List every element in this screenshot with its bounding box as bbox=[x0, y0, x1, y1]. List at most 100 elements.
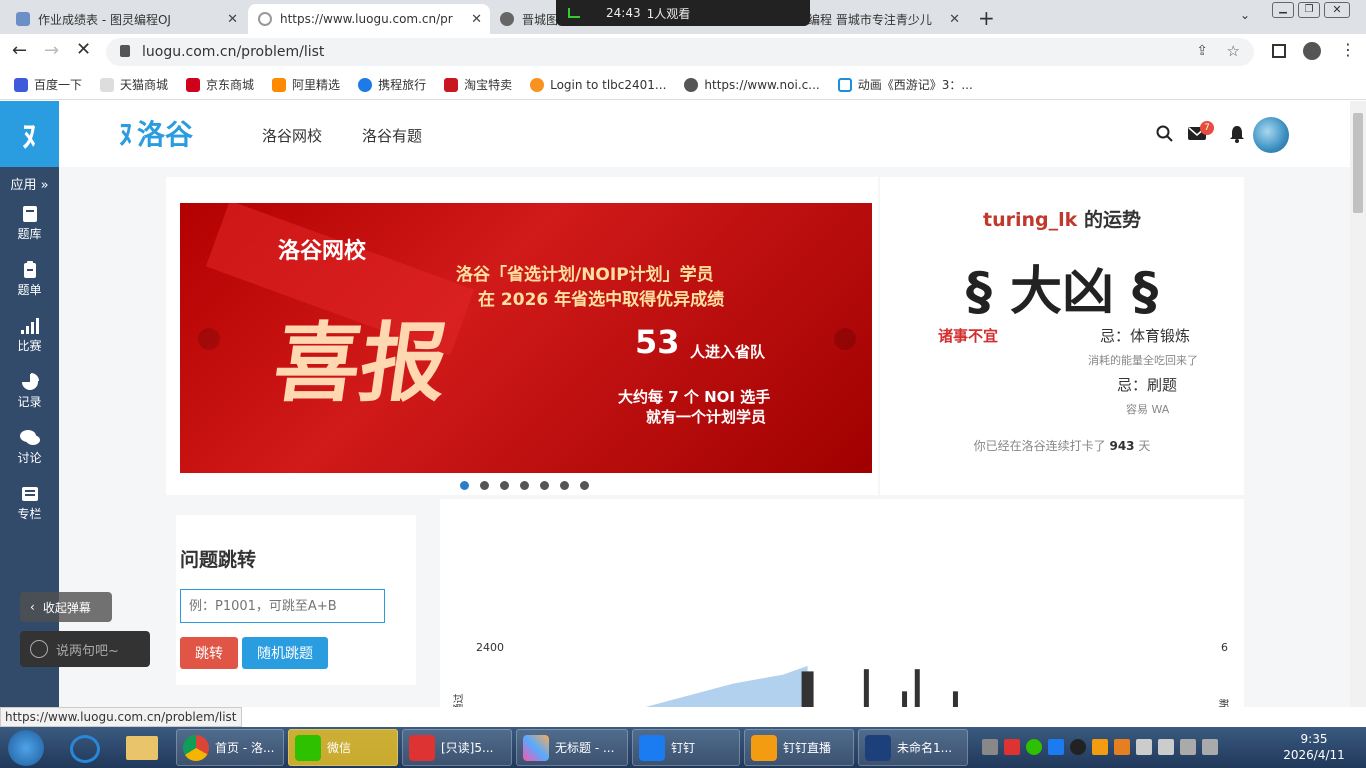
site-logo[interactable]: ﾇ 洛谷 bbox=[119, 113, 193, 153]
bookmark-item[interactable]: 携程旅行 bbox=[358, 76, 426, 93]
carousel-next-icon[interactable] bbox=[834, 328, 856, 350]
page-scrollbar[interactable] bbox=[1350, 101, 1366, 707]
banner-line-2: 在 2026 年省选中取得优异成绩 bbox=[478, 290, 725, 310]
lock-icon[interactable] bbox=[120, 45, 130, 57]
back-icon[interactable]: ← bbox=[12, 40, 27, 61]
window-controls: ▁ ❐ ✕ bbox=[1272, 2, 1350, 18]
sidebar-item-problems[interactable]: 题库 bbox=[0, 205, 59, 242]
sidebar-item-discuss[interactable]: 讨论 bbox=[0, 429, 59, 466]
carousel-dot[interactable] bbox=[540, 481, 549, 490]
keyboard-icon[interactable] bbox=[982, 739, 998, 755]
bookmark-item[interactable]: 京东商城 bbox=[186, 76, 254, 93]
tab-programming[interactable]: 编程 晋城市专注青少儿 ✕ bbox=[800, 4, 968, 34]
collapse-danmaku-button[interactable]: ‹ 收起弹幕 bbox=[20, 592, 112, 622]
url-text[interactable]: luogu.com.cn/problem/list bbox=[142, 44, 324, 60]
bookmark-label: https://www.noi.c... bbox=[704, 77, 820, 92]
carousel-dot[interactable] bbox=[560, 481, 569, 490]
bell-icon[interactable] bbox=[1229, 125, 1245, 143]
tray-app-icon[interactable] bbox=[1136, 739, 1152, 755]
carousel-dot[interactable] bbox=[460, 481, 469, 490]
luogu-mark-icon: ﾇ bbox=[119, 118, 134, 151]
restore-icon[interactable]: ❐ bbox=[1298, 2, 1320, 18]
stop-loading-icon[interactable]: ✕ bbox=[76, 39, 91, 60]
task-chrome[interactable]: 首页 - 洛... bbox=[176, 729, 284, 766]
problem-id-input[interactable] bbox=[180, 589, 385, 623]
banner-carousel[interactable]: 洛谷网校 喜报 洛谷「省选计划/NOIP计划」学员 在 2026 年省选中取得优… bbox=[180, 203, 872, 473]
dingtalk-tray-icon[interactable] bbox=[1048, 739, 1064, 755]
nav-school[interactable]: 洛谷网校 bbox=[262, 125, 322, 146]
paw-icon bbox=[14, 77, 28, 92]
close-tab-icon[interactable]: ✕ bbox=[949, 12, 960, 27]
newspaper-icon bbox=[21, 487, 38, 501]
menu-dots-icon[interactable]: ⋮ bbox=[1340, 40, 1356, 59]
side-panel-icon[interactable] bbox=[1272, 44, 1286, 58]
folder-icon[interactable] bbox=[126, 736, 158, 760]
bookmark-item[interactable]: https://www.noi.c... bbox=[684, 77, 820, 92]
apps-toggle[interactable]: 应用 » bbox=[0, 174, 59, 193]
bookmark-item[interactable]: 动画《西游记》3：... bbox=[837, 76, 973, 93]
bookmark-item[interactable]: 阿里精选 bbox=[272, 76, 340, 93]
scrollbar-thumb[interactable] bbox=[1353, 113, 1363, 213]
close-tab-icon[interactable]: ✕ bbox=[227, 12, 238, 27]
jump-button[interactable]: 跳转 bbox=[180, 637, 238, 669]
task-paint[interactable]: 无标题 - ... bbox=[516, 729, 628, 766]
task-wechat[interactable]: 微信 bbox=[288, 729, 398, 766]
tab-luogu[interactable]: https://www.luogu.com.cn/pr ✕ bbox=[248, 4, 490, 34]
search-icon[interactable] bbox=[1156, 125, 1174, 143]
bookmark-item[interactable]: 百度一下 bbox=[14, 76, 82, 93]
close-tab-icon[interactable]: ✕ bbox=[471, 12, 482, 27]
smiley-icon[interactable] bbox=[30, 640, 48, 658]
tray-app-icon[interactable] bbox=[1092, 739, 1108, 755]
tab-homework[interactable]: 作业成绩表 - 图灵编程OJ ✕ bbox=[6, 4, 246, 34]
star-icon[interactable]: ☆ bbox=[1227, 42, 1240, 60]
task-devcpp[interactable]: 未命名1... bbox=[858, 729, 968, 766]
forward-icon[interactable]: → bbox=[44, 40, 59, 61]
tray-app-icon[interactable] bbox=[1070, 739, 1086, 755]
minimize-icon[interactable]: ▁ bbox=[1272, 2, 1294, 18]
carousel-prev-icon[interactable] bbox=[198, 328, 220, 350]
fortune-username[interactable]: turing_lk bbox=[983, 209, 1077, 231]
fortune-title: turing_lk 的运势 bbox=[880, 205, 1244, 232]
banner-headline: 喜报 bbox=[267, 313, 454, 414]
share-icon[interactable]: ⇪ bbox=[1196, 43, 1208, 59]
task-wps[interactable]: [只读]5... bbox=[402, 729, 512, 766]
task-dingtalk-live[interactable]: 钉钉直播 bbox=[744, 729, 854, 766]
avatar[interactable] bbox=[1253, 117, 1289, 153]
nav-problems[interactable]: 洛谷有题 bbox=[362, 125, 422, 146]
wechat-tray-icon[interactable] bbox=[1026, 739, 1042, 755]
pie-chart-icon bbox=[21, 373, 39, 390]
tab-title: https://www.luogu.com.cn/pr bbox=[280, 12, 453, 26]
tab-jincheng[interactable]: 晋城图 bbox=[490, 4, 560, 34]
tray-app-icon[interactable] bbox=[1004, 739, 1020, 755]
new-tab-button[interactable]: + bbox=[978, 6, 995, 30]
tab-list-chevron-icon[interactable]: ⌄ bbox=[1240, 8, 1250, 22]
danmaku-input[interactable]: 说两句吧~ bbox=[20, 631, 150, 667]
carousel-dot[interactable] bbox=[500, 481, 509, 490]
taskbar-clock[interactable]: 9:35 2026/4/11 bbox=[1282, 731, 1346, 763]
bookmark-item[interactable]: 天猫商城 bbox=[100, 76, 168, 93]
carousel-dot[interactable] bbox=[580, 481, 589, 490]
volume-icon[interactable] bbox=[1180, 739, 1196, 755]
tray-app-icon[interactable] bbox=[1158, 739, 1174, 755]
sidebar-item-lists[interactable]: 题单 bbox=[0, 261, 59, 298]
network-icon[interactable] bbox=[1202, 739, 1218, 755]
carousel-dot[interactable] bbox=[480, 481, 489, 490]
sidebar-item-contests[interactable]: 比赛 bbox=[0, 317, 59, 354]
carousel-dot[interactable] bbox=[520, 481, 529, 490]
bookmark-item[interactable]: Login to tlbc2401... bbox=[530, 77, 666, 92]
sidebar-item-columns[interactable]: 专栏 bbox=[0, 485, 59, 522]
problem-jump-card: 问题跳转 跳转 随机跳题 bbox=[176, 515, 416, 685]
sidebar-item-records[interactable]: 记录 bbox=[0, 373, 59, 410]
start-button-icon[interactable] bbox=[8, 730, 44, 766]
carousel-dots bbox=[460, 481, 589, 490]
book-icon bbox=[22, 206, 37, 222]
bookmark-item[interactable]: 淘宝特卖 bbox=[444, 76, 512, 93]
tray-app-icon[interactable] bbox=[1114, 739, 1130, 755]
close-window-icon[interactable]: ✕ bbox=[1324, 2, 1350, 18]
profile-icon[interactable] bbox=[1303, 42, 1321, 60]
task-dingtalk[interactable]: 钉钉 bbox=[632, 729, 740, 766]
luogu-logo-icon[interactable]: ﾇ bbox=[0, 101, 59, 167]
ie-icon[interactable] bbox=[70, 735, 100, 763]
random-jump-button[interactable]: 随机跳题 bbox=[242, 637, 328, 669]
omnibox[interactable]: luogu.com.cn/problem/list ⇪ ☆ bbox=[106, 38, 1254, 66]
